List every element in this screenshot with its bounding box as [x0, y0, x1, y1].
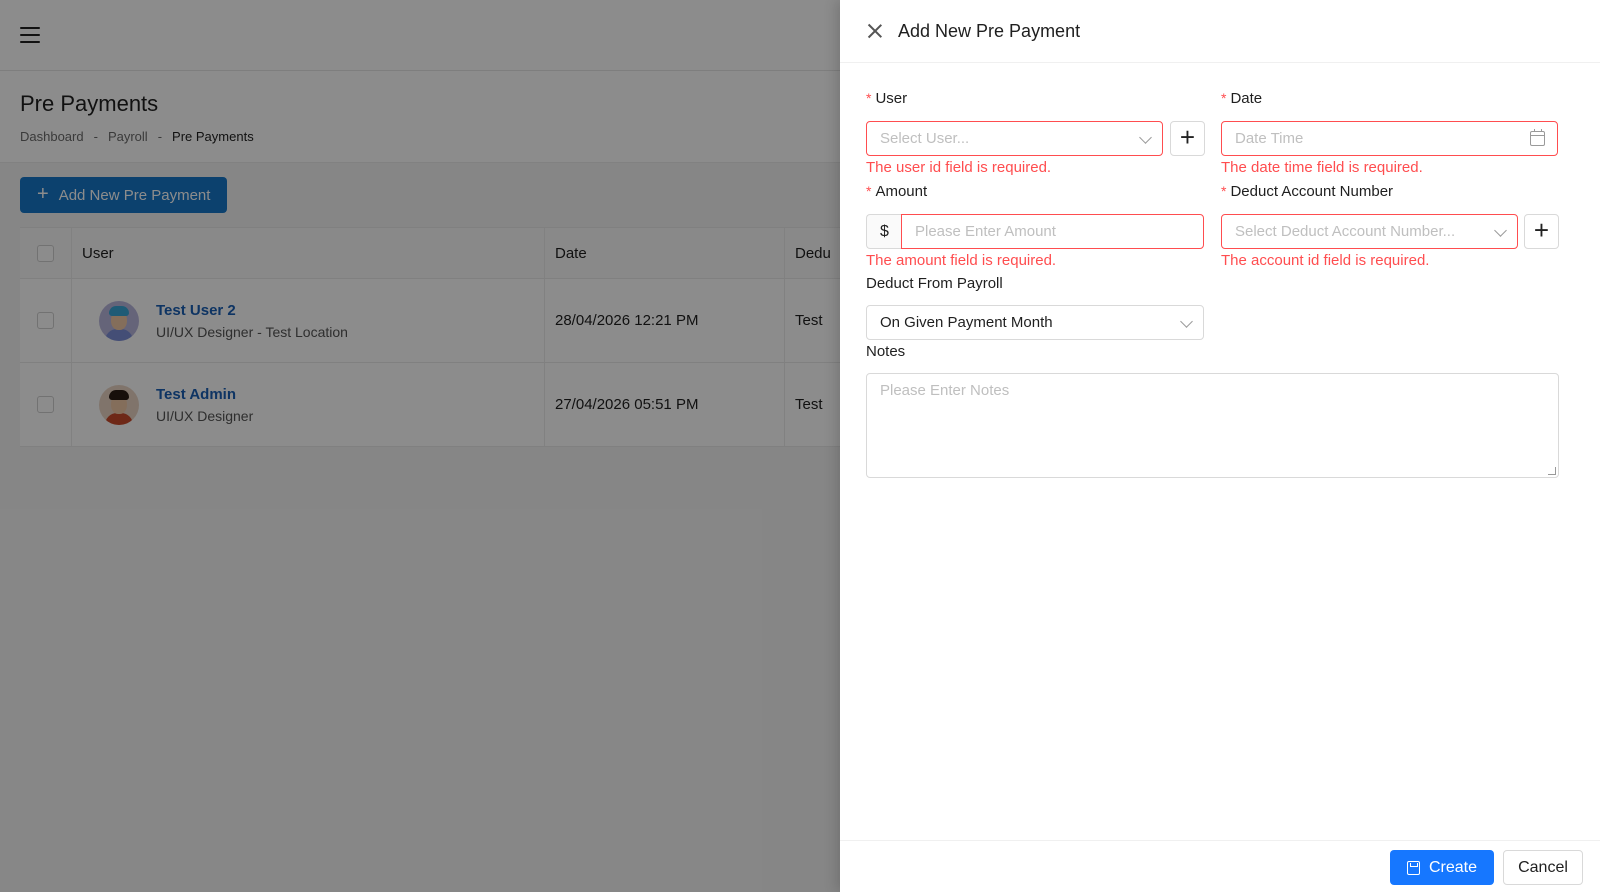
plus-icon: +	[1179, 122, 1196, 152]
close-icon[interactable]	[866, 22, 884, 40]
amount-label-text: Amount	[875, 183, 928, 200]
notes-label: Notes	[866, 343, 906, 360]
chevron-down-icon	[1139, 131, 1152, 144]
required-mark: *	[1221, 183, 1227, 199]
account-placeholder: Select Deduct Account Number...	[1235, 223, 1456, 240]
user-select-placeholder: Select User...	[880, 130, 970, 147]
drawer-footer: Create Cancel	[840, 840, 1600, 892]
add-pre-payment-drawer: Add New Pre Payment * User Select User...…	[840, 0, 1600, 892]
required-mark: *	[1221, 90, 1227, 106]
create-button[interactable]: Create	[1390, 850, 1494, 885]
amount-label: * Amount	[866, 183, 927, 200]
required-mark: *	[866, 90, 872, 106]
account-label: * Deduct Account Number	[1221, 183, 1393, 200]
chevron-down-icon	[1180, 315, 1193, 328]
user-label-text: User	[875, 90, 908, 107]
calendar-icon	[1530, 129, 1545, 146]
save-icon	[1406, 860, 1420, 875]
pre-payment-form: * User Select User... + The user id field…	[840, 63, 1600, 823]
deduct-from-payroll-select[interactable]: On Given Payment Month	[866, 305, 1204, 340]
chevron-down-icon	[1494, 224, 1507, 237]
date-error: The date time field is required.	[1221, 159, 1423, 176]
notes-placeholder: Please Enter Notes	[880, 382, 1010, 399]
cancel-button[interactable]: Cancel	[1503, 850, 1583, 885]
add-account-button[interactable]: +	[1524, 214, 1559, 249]
drawer-title: Add New Pre Payment	[898, 20, 1081, 41]
plus-icon: +	[1533, 215, 1550, 245]
resize-handle[interactable]	[1548, 467, 1556, 475]
payroll-value: On Given Payment Month	[880, 314, 1053, 331]
date-label-text: Date	[1230, 90, 1263, 107]
amount-error: The amount field is required.	[866, 252, 1057, 269]
user-error: The user id field is required.	[866, 159, 1052, 176]
date-label: * Date	[1221, 90, 1262, 107]
amount-placeholder: Please Enter Amount	[915, 223, 1056, 240]
drawer-header: Add New Pre Payment	[840, 0, 1600, 63]
notes-textarea[interactable]: Please Enter Notes	[866, 373, 1559, 478]
user-label: * User	[866, 90, 907, 107]
required-mark: *	[866, 183, 872, 199]
user-select[interactable]: Select User...	[866, 121, 1163, 156]
deduct-account-select[interactable]: Select Deduct Account Number...	[1221, 214, 1518, 249]
account-label-text: Deduct Account Number	[1230, 183, 1394, 200]
date-time-picker[interactable]: Date Time	[1221, 121, 1558, 156]
amount-input[interactable]: Please Enter Amount	[901, 214, 1204, 249]
payroll-label: Deduct From Payroll	[866, 275, 1003, 292]
add-user-button[interactable]: +	[1170, 121, 1205, 156]
date-placeholder: Date Time	[1235, 130, 1304, 147]
create-label: Create	[1428, 858, 1478, 876]
account-error: The account id field is required.	[1221, 252, 1430, 269]
currency-prefix: $	[866, 214, 902, 249]
